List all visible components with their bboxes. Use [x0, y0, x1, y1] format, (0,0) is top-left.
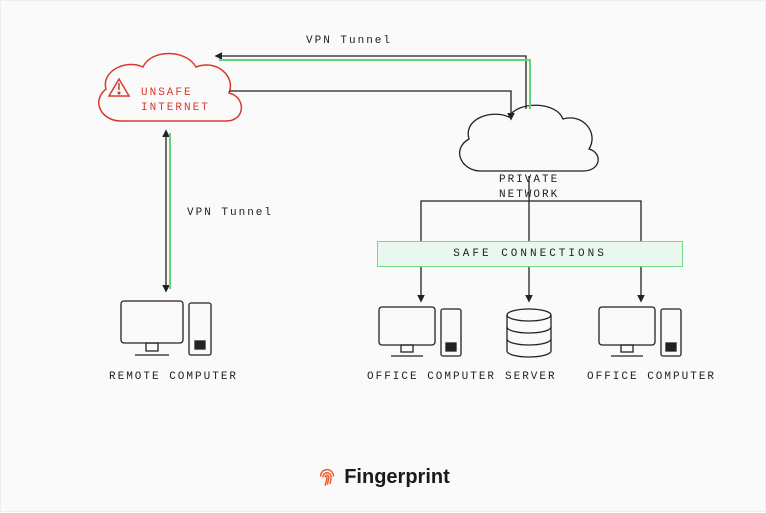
server-label: SERVER [505, 371, 557, 383]
office-computer-2-label: OFFICE COMPUTER [587, 371, 716, 383]
remote-computer-icon [121, 301, 211, 355]
office-computer-2-icon [599, 307, 681, 356]
office-computer-1-icon [379, 307, 461, 356]
safe-connections-box: SAFE CONNECTIONS [377, 241, 683, 267]
vpn-tunnel-left-label: VPN Tunnel [187, 207, 273, 219]
vpn-network-diagram: SAFE CONNECTIONS VPN Tunnel VPN Tunnel U… [0, 0, 766, 512]
private-cloud-icon [460, 105, 599, 171]
unsafe-internet-label-2: INTERNET [141, 102, 210, 114]
unsafe-internet-label-1: UNSAFE [141, 87, 193, 99]
office-computer-1-label: OFFICE COMPUTER [367, 371, 496, 383]
brand-footer: Fingerprint [1, 465, 765, 489]
server-icon [507, 309, 551, 357]
fingerprint-icon [316, 465, 338, 487]
vpn-tunnel-top-green [219, 60, 530, 109]
vpn-tunnel-top-line [216, 56, 526, 109]
private-network-label-1: PRIVATE [499, 174, 559, 186]
vpn-tunnel-top-label: VPN Tunnel [306, 35, 392, 47]
private-network-label-2: NETWORK [499, 189, 559, 201]
unsafe-to-private-line [229, 91, 511, 119]
brand-name: Fingerprint [344, 466, 450, 488]
remote-computer-label: REMOTE COMPUTER [109, 371, 238, 383]
